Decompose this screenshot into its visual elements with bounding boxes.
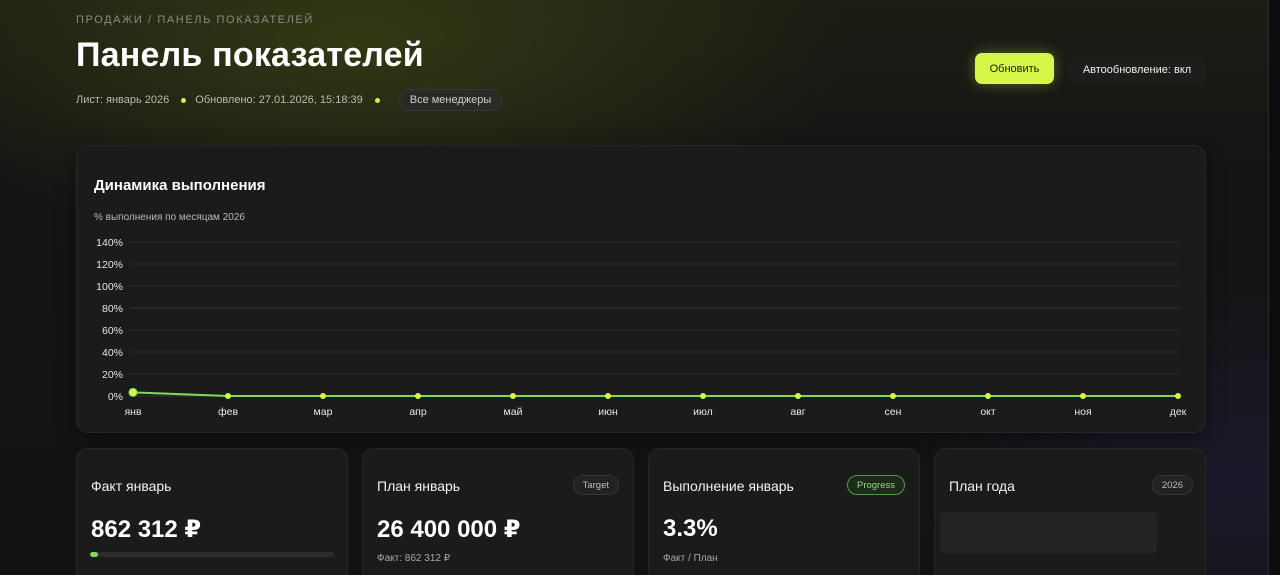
window-edge (1268, 0, 1280, 575)
data-point (128, 387, 138, 397)
x-tick-label: май (504, 406, 523, 418)
kpi-subtext: Факт / План (663, 553, 718, 564)
y-tick-label: 120% (96, 259, 123, 271)
target-badge: Target (572, 475, 619, 495)
progress-badge: Progress (846, 475, 905, 495)
y-tick-label: 140% (96, 237, 123, 249)
x-tick-label: окт (980, 406, 996, 418)
fact-progress-fill (90, 552, 99, 557)
x-tick-label: янв (124, 406, 141, 418)
x-tick-label: апр (409, 406, 427, 418)
data-point (1175, 393, 1181, 399)
kpi-card-year-plan: План года 2026 (934, 448, 1206, 575)
data-point (890, 393, 896, 399)
page-title: Панель показателей (76, 36, 424, 74)
x-tick-label: дек (1170, 406, 1187, 418)
performance-line-chart: 0% 20% 40% 60% 80% 100% 120% 140% янв фев мар апр ма… (96, 237, 1187, 418)
x-tick-label: авг (790, 406, 805, 418)
data-point (795, 393, 801, 399)
kpi-card-plan: План январь Target 26 400 000 ₽ Факт: 86… (362, 448, 634, 575)
y-tick-label: 20% (102, 369, 123, 381)
x-tick-label: июл (693, 406, 713, 418)
updated-label: Обновлено: 27.01.2026, 15:18:39 (195, 94, 363, 106)
data-point (320, 393, 326, 399)
kpi-title: Выполнение январь (663, 478, 794, 494)
kpi-value: 3.3% (663, 515, 718, 542)
year-badge: 2026 (1151, 475, 1193, 495)
data-point (510, 393, 516, 399)
performance-chart-card: Динамика выполнения % выполнения по меся… (76, 145, 1206, 433)
data-point (225, 393, 231, 399)
y-tick-label: 0% (108, 391, 123, 403)
data-point (1080, 393, 1086, 399)
y-tick-label: 100% (96, 281, 123, 293)
series-line (132, 391, 1178, 397)
kpi-value: 862 312 ₽ (91, 516, 202, 543)
x-tick-label: фев (218, 406, 238, 418)
fact-progress-bar (90, 552, 334, 557)
data-point (700, 393, 706, 399)
meta-row: Лист: январь 2026 Обновлено: 27.01.2026,… (76, 89, 503, 111)
kpi-subtext: Факт: 862 312 ₽ (377, 553, 451, 564)
breadcrumb: ПРОДАЖИ / ПАНЕЛЬ ПОКАЗАТЕЛЕЙ (76, 14, 314, 26)
y-tick-label: 80% (102, 303, 123, 315)
kpi-title: План года (949, 478, 1015, 494)
sheet-label: Лист: январь 2026 (76, 94, 170, 106)
data-point (985, 393, 991, 399)
refresh-button[interactable]: Обновить (975, 53, 1054, 84)
loading-placeholder (940, 512, 1157, 553)
y-tick-label: 40% (102, 347, 123, 359)
separator-dot-icon (374, 97, 380, 103)
kpi-title: План январь (377, 478, 461, 494)
y-tick-label: 60% (102, 325, 123, 337)
x-tick-label: июн (598, 406, 618, 418)
data-point (415, 393, 421, 399)
x-tick-label: ноя (1074, 406, 1091, 418)
x-tick-label: мар (314, 406, 333, 418)
managers-filter[interactable]: Все менеджеры (398, 89, 503, 111)
x-tick-label: сен (885, 406, 902, 418)
kpi-title: Факт январь (91, 478, 172, 494)
kpi-value: 26 400 000 ₽ (377, 516, 521, 543)
page-header: ПРОДАЖИ / ПАНЕЛЬ ПОКАЗАТЕЛЕЙ Панель пока… (76, 0, 1206, 120)
kpi-card-fact: Факт январь 862 312 ₽ (76, 448, 348, 575)
kpi-card-completion: Выполнение январь Progress 3.3% Факт / П… (648, 448, 920, 575)
autorefresh-toggle[interactable]: Автообновление: вкл (1068, 56, 1206, 83)
separator-dot-icon (181, 97, 187, 103)
data-point (605, 393, 611, 399)
